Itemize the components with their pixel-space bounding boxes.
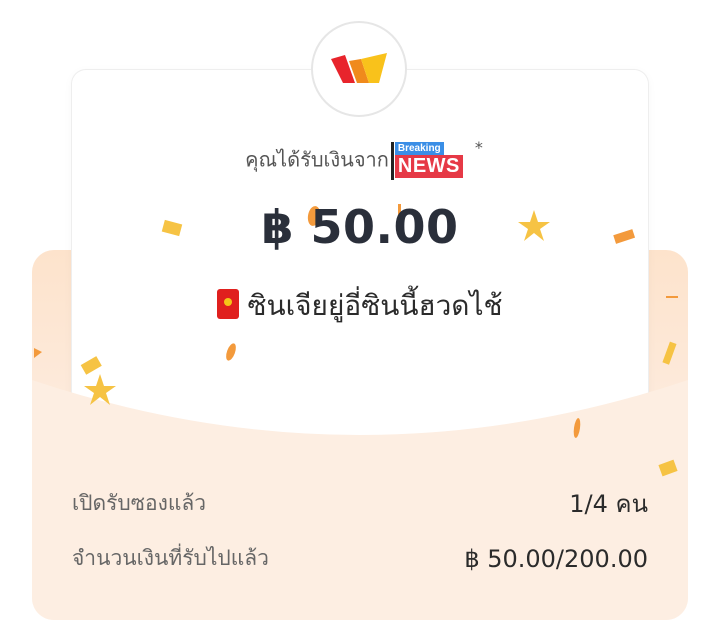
sender-line: คุณได้รับเงินจาก Breaking NEWS * [72,138,648,180]
breaking-news-badge: Breaking NEWS * [390,138,483,180]
brand-logo-icon [331,53,387,83]
opened-value: 1/4 คน [569,490,648,518]
received-label: จำนวนเงินที่รับไปแล้ว [72,546,269,570]
received-value: ฿ 50.00/200.00 [464,544,648,573]
greeting-message: ซินเจียยู่อี่ซินนี้ฮวดไช้ [72,284,648,328]
brand-logo [311,21,407,117]
received-amount: ฿ 50.00 [261,200,459,254]
greeting-text: ซินเจียยู่อี่ซินนี้ฮวดไช้ [247,289,503,322]
sender-suffix: * [474,138,483,157]
badge-news-text: NEWS [394,155,463,178]
red-envelope-icon [217,289,240,319]
sender-prefix: คุณได้รับเงินจาก [245,147,389,172]
opened-label: เปิดรับซองแล้ว [72,491,207,515]
badge-breaking-text: Breaking [394,142,444,156]
opened-count-row: เปิดรับซองแล้ว 1/4 คน [72,484,648,523]
received-total-row: จำนวนเงินที่รับไปแล้ว ฿ 50.00/200.00 [72,542,648,575]
